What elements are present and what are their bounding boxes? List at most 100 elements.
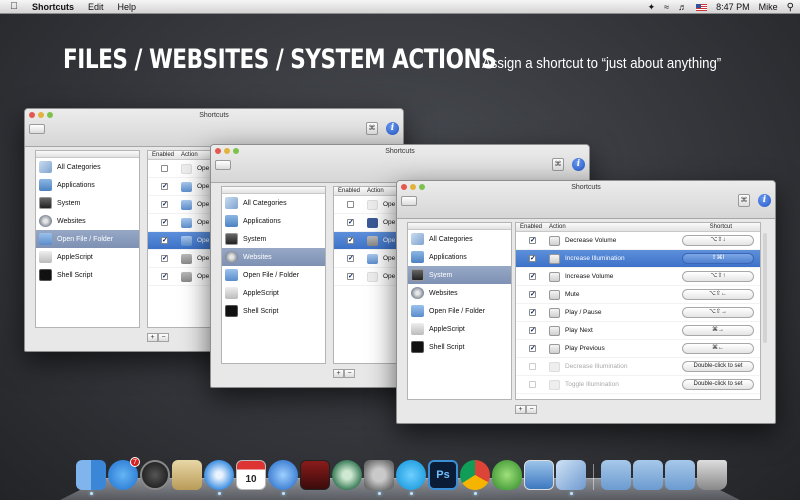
shortcut-field[interactable]: ⌘← <box>682 343 754 354</box>
table-row[interactable]: ✓ Increase Illumination ⇧⌘I <box>516 250 760 268</box>
wifi-icon[interactable]: ≈ <box>664 2 669 12</box>
mail-icon[interactable] <box>172 460 202 490</box>
chrome-icon[interactable] <box>460 460 490 495</box>
window-titlebar[interactable]: Shortcuts ⌘ i <box>211 145 589 183</box>
table-row[interactable]: ✓ Increase Volume ⌥⇧↑ <box>516 268 760 286</box>
documents-stack-icon[interactable] <box>633 460 663 490</box>
shortcut-field[interactable]: ⇧⌘I <box>682 253 754 264</box>
table-row[interactable]: ✓ Play Next ⌘→ <box>516 322 760 340</box>
toolbar-button[interactable] <box>29 124 45 134</box>
category-shell-script[interactable]: Shell Script <box>36 266 139 284</box>
enabled-checkbox[interactable]: ✓ <box>161 237 168 244</box>
apple-menu-icon[interactable]:  <box>6 1 22 12</box>
time-machine-icon[interactable] <box>332 460 362 490</box>
photoshop-icon[interactable]: Ps <box>428 460 458 490</box>
category-applescript[interactable]: AppleScript <box>408 320 511 338</box>
menu-clock[interactable]: 8:47 PM <box>716 2 750 12</box>
category-all[interactable]: All Categories <box>408 230 511 248</box>
shortcut-field[interactable]: Double-click to set <box>682 379 754 390</box>
enabled-checkbox[interactable]: ✓ <box>529 309 536 316</box>
downloads-stack-icon[interactable] <box>665 460 695 490</box>
table-scrollbar[interactable] <box>763 233 767 343</box>
category-applescript[interactable]: AppleScript <box>36 248 139 266</box>
skype-icon[interactable] <box>396 460 426 495</box>
app-store-icon[interactable]: 7 <box>108 457 140 490</box>
enabled-checkbox[interactable]: ✓ <box>529 345 536 352</box>
table-row[interactable]: Toggle Illumination Double-click to set <box>516 376 760 394</box>
column-action[interactable]: Action <box>367 188 384 194</box>
category-open-file-folder[interactable]: Open File / Folder <box>222 266 325 284</box>
itunes-icon[interactable] <box>268 460 298 495</box>
shortcut-keys-icon[interactable]: ⌘ <box>738 194 750 207</box>
category-websites[interactable]: Websites <box>222 248 325 266</box>
enabled-checkbox[interactable] <box>347 201 354 208</box>
table-row[interactable]: ✓ Mute ⌥⇧← <box>516 286 760 304</box>
enabled-checkbox[interactable]: ✓ <box>161 273 168 280</box>
category-shell-script[interactable]: Shell Script <box>408 338 511 356</box>
calendar-icon[interactable]: 10 <box>236 460 266 490</box>
remove-button[interactable]: − <box>158 333 169 342</box>
enabled-checkbox[interactable] <box>161 165 168 172</box>
column-action[interactable]: Action <box>549 224 689 230</box>
shortcut-field[interactable]: ⌥⇧↓ <box>682 235 754 246</box>
category-system[interactable]: System <box>222 230 325 248</box>
category-websites[interactable]: Websites <box>36 212 139 230</box>
remove-button[interactable]: − <box>526 405 537 414</box>
column-shortcut[interactable]: Shortcut <box>710 224 732 230</box>
enabled-checkbox[interactable]: ✓ <box>347 219 354 226</box>
shortcut-field[interactable]: Double-click to set <box>682 361 754 372</box>
column-enabled[interactable]: Enabled <box>334 188 367 194</box>
toolbar-button[interactable] <box>401 196 417 206</box>
category-shell-script[interactable]: Shell Script <box>222 302 325 320</box>
enabled-checkbox[interactable]: ✓ <box>161 219 168 226</box>
column-enabled[interactable]: Enabled <box>516 224 549 230</box>
enabled-checkbox[interactable]: ✓ <box>529 291 536 298</box>
enabled-checkbox[interactable] <box>529 363 536 370</box>
shortcut-field[interactable]: ⌥⇧↑ <box>682 271 754 282</box>
shortcuts-status-icon[interactable]: ✦ <box>648 2 656 13</box>
category-open-file-folder[interactable]: Open File / Folder <box>36 230 139 248</box>
category-open-file-folder[interactable]: Open File / Folder <box>408 302 511 320</box>
add-button[interactable]: + <box>333 369 344 378</box>
menu-help[interactable]: Help <box>118 2 137 12</box>
enabled-checkbox[interactable]: ✓ <box>347 273 354 280</box>
trash-icon[interactable] <box>697 460 727 490</box>
enabled-checkbox[interactable]: ✓ <box>529 237 536 244</box>
category-system[interactable]: System <box>36 194 139 212</box>
shortcut-field[interactable]: ⌥⇧← <box>682 289 754 300</box>
category-all[interactable]: All Categories <box>36 158 139 176</box>
shortcut-field[interactable]: ⌥⇧→ <box>682 307 754 318</box>
remove-button[interactable]: − <box>344 369 355 378</box>
volume-icon[interactable]: ♬ <box>678 2 687 12</box>
spotlight-search-icon[interactable]: ⚲ <box>787 2 794 13</box>
column-action[interactable]: Action <box>181 152 198 158</box>
table-row[interactable]: ✓ Decrease Volume ⌥⇧↓ <box>516 232 760 250</box>
enabled-checkbox[interactable]: ✓ <box>161 183 168 190</box>
shortcut-keys-icon[interactable]: ⌘ <box>552 158 564 171</box>
table-row[interactable]: ✓ Play Previous ⌘← <box>516 340 760 358</box>
enabled-checkbox[interactable] <box>529 381 536 388</box>
applications-stack-icon[interactable] <box>601 460 631 490</box>
enabled-checkbox[interactable]: ✓ <box>161 255 168 262</box>
add-button[interactable]: + <box>147 333 158 342</box>
safari-icon[interactable] <box>204 460 234 495</box>
preview-icon[interactable] <box>524 460 554 490</box>
window-titlebar[interactable]: Shortcuts ⌘ i <box>397 181 775 219</box>
enabled-checkbox[interactable]: ✓ <box>347 255 354 262</box>
finder-icon[interactable] <box>76 460 106 495</box>
enabled-checkbox[interactable]: ✓ <box>161 201 168 208</box>
category-system[interactable]: System <box>408 266 511 284</box>
info-icon[interactable]: i <box>572 158 585 171</box>
toolbar-button[interactable] <box>215 160 231 170</box>
shortcuts-app-icon[interactable] <box>556 460 586 495</box>
category-applescript[interactable]: AppleScript <box>222 284 325 302</box>
enabled-checkbox[interactable]: ✓ <box>347 237 354 244</box>
info-icon[interactable]: i <box>386 122 399 135</box>
info-icon[interactable]: i <box>758 194 771 207</box>
shortcut-field[interactable]: ⌘→ <box>682 325 754 336</box>
category-all[interactable]: All Categories <box>222 194 325 212</box>
category-websites[interactable]: Websites <box>408 284 511 302</box>
photo-booth-icon[interactable] <box>300 460 330 490</box>
category-applications[interactable]: Applications <box>408 248 511 266</box>
menu-user-name[interactable]: Mike <box>759 2 778 12</box>
